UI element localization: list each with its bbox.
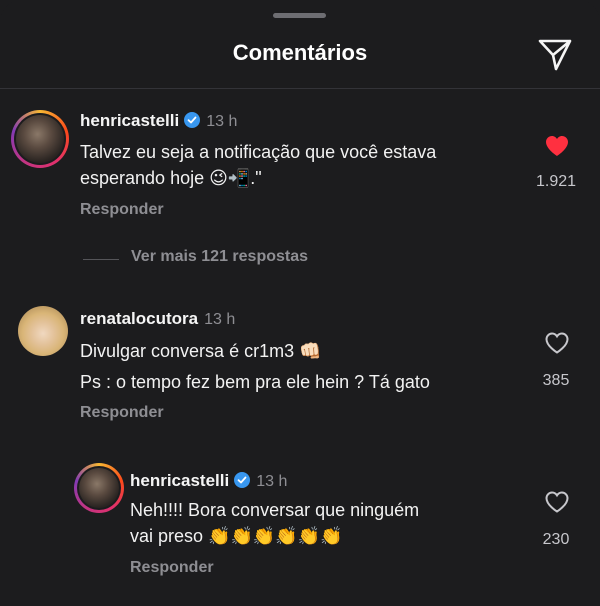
comment-username[interactable]: henricastelli 13 h — [80, 111, 237, 131]
view-replies-divider — [83, 259, 119, 260]
verified-badge-icon — [184, 112, 201, 128]
comment-username[interactable]: henricastelli 13 h — [130, 471, 287, 491]
avatar[interactable] — [74, 463, 124, 513]
comment-username[interactable]: renatalocutora 13 h — [80, 309, 235, 329]
like-count: 385 — [542, 372, 570, 389]
view-more-replies-button[interactable]: Ver mais 121 respostas — [131, 248, 308, 266]
heart-outline-icon — [545, 491, 569, 513]
like-button[interactable] — [544, 331, 570, 360]
reply-button[interactable]: Responder — [80, 404, 164, 422]
avatar[interactable] — [11, 110, 69, 168]
reply-button[interactable]: Responder — [130, 559, 214, 577]
paper-plane-icon — [538, 39, 572, 71]
like-count: 1.921 — [535, 173, 577, 190]
like-button[interactable] — [544, 490, 570, 519]
share-button[interactable] — [537, 38, 575, 72]
heart-outline-icon — [545, 332, 569, 354]
comment-text: Talvez eu seja a notificação que você es… — [80, 142, 437, 188]
like-count: 230 — [542, 531, 570, 548]
header-divider — [0, 88, 600, 89]
comment-timestamp: 13 h — [206, 113, 238, 130]
reply-button[interactable]: Responder — [80, 201, 164, 219]
comment-text: Neh!!!! Bora conversar que ninguém vai p… — [130, 500, 420, 546]
comment-timestamp: 13 h — [204, 311, 236, 328]
heart-filled-icon — [546, 136, 568, 156]
page-title: Comentários — [232, 40, 368, 65]
sheet-grabber-handle[interactable] — [273, 13, 326, 18]
avatar[interactable] — [18, 306, 68, 356]
comments-sheet: Comentários henricastelli 13 h Talvez eu … — [0, 0, 600, 606]
like-button[interactable] — [544, 134, 570, 163]
comment-text: Divulgar conversa é cr1m3 👊🏻 Ps : o temp… — [80, 341, 430, 392]
comment-timestamp: 13 h — [256, 473, 288, 490]
verified-badge-icon — [234, 472, 251, 488]
